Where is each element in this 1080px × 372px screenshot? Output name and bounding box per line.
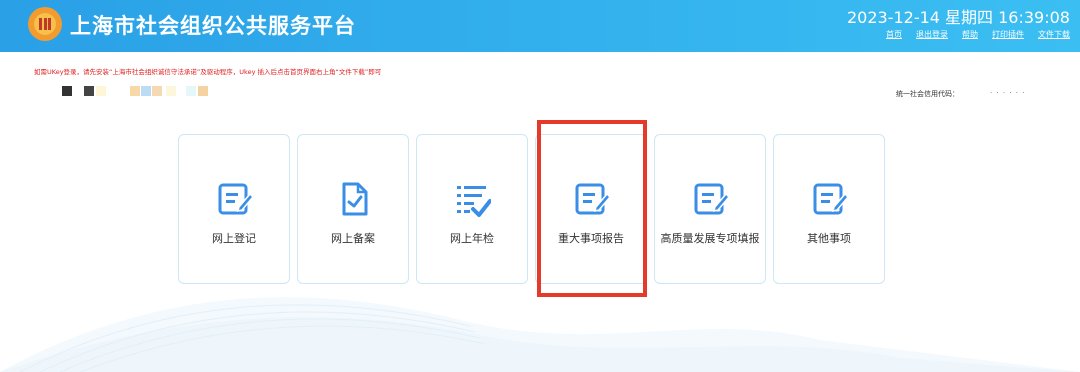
platform-logo	[28, 7, 62, 41]
link-print-plugin[interactable]: 打印插件	[992, 29, 1024, 40]
card-label: 高质量发展专项填报	[660, 232, 760, 245]
card-label: 其他事项	[807, 232, 851, 245]
card-online-registration[interactable]: 网上登记	[178, 134, 290, 284]
edit-document-icon	[694, 183, 729, 215]
card-label: 网上登记	[212, 232, 256, 245]
card-online-filing[interactable]: 网上备案	[297, 134, 409, 284]
edit-document-icon	[813, 183, 848, 215]
card-high-quality-development-report[interactable]: 高质量发展专项填报	[654, 134, 766, 284]
credit-code-value: · · · · · ·	[990, 89, 1026, 97]
platform-title: 上海市社会组织公共服务平台	[70, 14, 356, 38]
datetime-display: 2023-12-14 星期四 16:39:08	[846, 8, 1070, 27]
link-file-download[interactable]: 文件下载	[1038, 29, 1070, 40]
link-help[interactable]: 帮助	[962, 29, 978, 40]
link-home[interactable]: 首页	[886, 29, 902, 40]
top-header: 上海市社会组织公共服务平台 2023-12-14 星期四 16:39:08 首页…	[0, 0, 1080, 52]
top-links: 首页 退出登录 帮助 打印插件 文件下载	[886, 29, 1070, 40]
link-logout[interactable]: 退出登录	[916, 29, 948, 40]
credit-code-label: 统一社会信用代码：	[896, 90, 959, 98]
list-check-icon	[457, 186, 491, 217]
card-online-annual-inspection[interactable]: 网上年检	[416, 134, 528, 284]
highlight-box	[537, 120, 647, 297]
edit-document-icon	[218, 183, 253, 215]
ukey-notice: 如需UKey登录，请先安装“上海市社会组织诚信守法承诺”及驱动程序，Ukey 插…	[34, 68, 382, 76]
card-label: 网上备案	[331, 232, 375, 245]
card-other-matters[interactable]: 其他事项	[773, 134, 885, 284]
file-check-icon	[342, 182, 368, 216]
card-label: 网上年检	[450, 232, 494, 245]
